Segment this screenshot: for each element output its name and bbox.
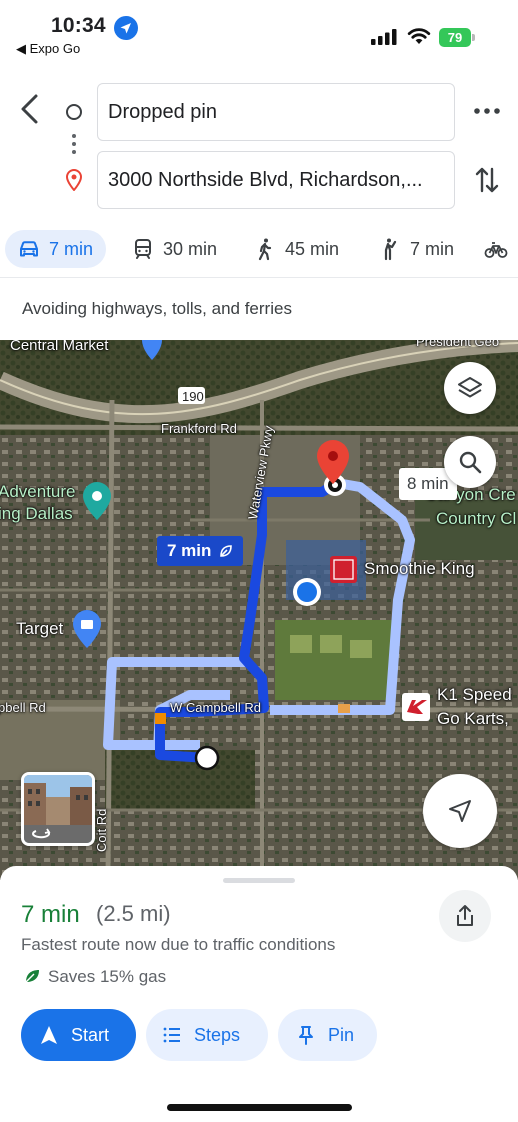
travel-mode-tabs: 7 min 30 min 45 min 7 min [0,222,518,278]
route-duration: 7 min [21,901,80,928]
layers-button[interactable] [444,362,496,414]
destination-pin-icon [65,169,83,191]
more-options-icon[interactable] [472,100,502,122]
navigation-icon [41,1026,57,1044]
tab-drive-label: 7 min [49,238,94,259]
map-label-adventure-dallas: ing Dallas [0,504,73,523]
start-button-label: Start [71,1024,110,1045]
battery-indicator: 79 [439,28,475,47]
back-arrow-icon[interactable] [14,90,48,128]
tab-bike[interactable] [484,230,508,268]
home-indicator[interactable] [167,1104,352,1111]
route-options-note: Avoiding highways, tolls, and ferries [22,299,292,318]
map-view[interactable]: Central Market President Geo 190 Frankfo… [0,340,518,880]
layers-icon [458,377,482,398]
search-icon [459,451,482,474]
map-label-adventure: Adventure [0,482,76,501]
start-button[interactable]: Start [21,1009,136,1061]
ride-icon [384,238,397,261]
recenter-button[interactable] [423,774,497,848]
route-distance: (2.5 mi) [96,901,171,926]
status-time: 10:34 [51,14,106,37]
map-label-president: President Geo [416,340,500,349]
map-label-frankford-rd: Frankford Rd [161,421,237,436]
bike-icon [484,242,508,258]
tab-drive[interactable]: 7 min [5,230,106,268]
route-summary: Fastest route now due to traffic conditi… [21,935,336,954]
status-bar: 10:34 ◀ Expo Go 79 [0,0,518,62]
battery-tip [472,34,475,41]
map-label-target[interactable]: Target [16,619,63,639]
map-label-central-market: Central Market [10,340,109,354]
route-duration-label: 7 min [167,541,212,560]
gas-savings: Saves 15% gas [48,967,167,986]
tab-walk[interactable]: 45 min [253,230,339,268]
walk-icon [258,238,272,261]
destination-input[interactable]: 3000 Northside Blvd, Richardson,... [97,151,455,209]
pin-button-label: Pin [328,1024,355,1045]
location-arrow-icon [114,16,138,40]
car-icon [20,241,38,257]
street-view-thumbnail[interactable] [21,772,95,846]
list-icon [163,1027,180,1043]
tab-ride-hailing[interactable]: 7 min [378,230,454,268]
pin-icon [299,1026,313,1045]
map-label-coit-rd: Coit Rd [94,808,109,852]
tab-walk-label: 45 min [285,238,340,259]
share-icon [457,905,473,926]
eco-leaf-icon [220,545,233,557]
tab-transit[interactable]: 30 min [131,230,217,268]
map-label-country-club: Country Cl [436,509,517,528]
origin-circle-icon [66,104,82,120]
share-button[interactable] [439,890,491,942]
origin-input[interactable]: Dropped pin [97,83,455,141]
pin-button[interactable]: Pin [278,1009,377,1061]
tab-transit-label: 30 min [163,238,218,259]
map-label-w-campbell-rd: W Campbell Rd [170,700,262,715]
leaf-icon [25,970,39,983]
map-label-campbell-rd-left: pbell Rd [0,700,46,715]
sheet-drag-handle[interactable] [223,878,295,883]
swap-directions-icon[interactable] [474,165,500,195]
wifi-icon [407,28,431,44]
battery-level: 79 [439,28,471,47]
map-label-smoothie-king[interactable]: Smoothie King [364,559,475,579]
transit-icon [135,239,151,259]
map-label-k1-speed[interactable]: K1 Speed [437,685,512,705]
tab-ride-label: 7 min [410,238,455,259]
cellular-signal-icon [371,29,397,45]
back-to-app-link[interactable]: ◀ Expo Go [16,41,80,57]
search-along-route-button[interactable] [444,436,496,488]
highway-190-shield: 190 [182,389,204,404]
map-label-go-karts[interactable]: Go Karts, [437,709,509,729]
route-duration-callout[interactable]: 7 min [157,536,244,566]
steps-button[interactable]: Steps [146,1009,268,1061]
route-details-sheet: 7 min (2.5 mi) Fastest route now due to … [0,866,518,1122]
navigation-arrow-icon [449,800,471,822]
steps-button-label: Steps [194,1024,241,1045]
street-view-image [24,775,92,843]
route-connector-dots [72,134,76,158]
